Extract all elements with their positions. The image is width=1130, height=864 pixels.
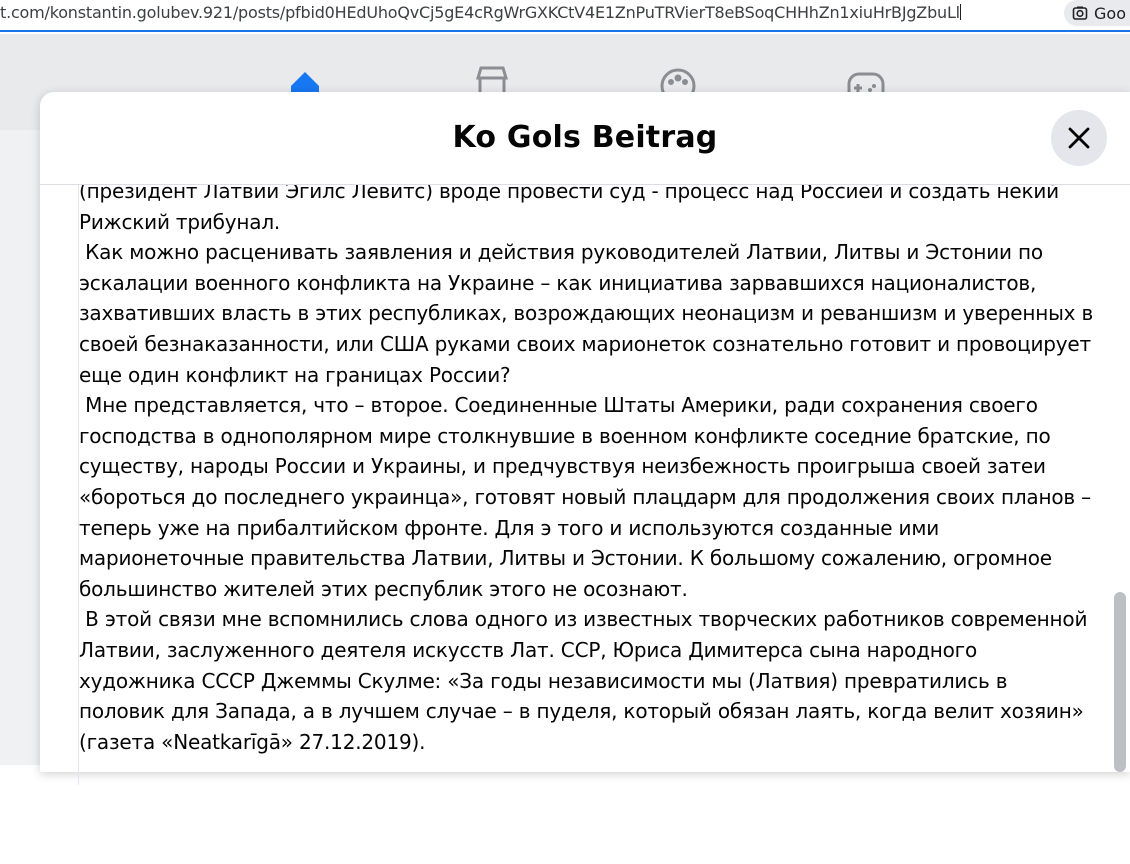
gaming-icon[interactable] [846,64,886,106]
post-paragraph: В этой связи мне вспомнились слова одног… [79,607,1094,754]
lens-label: Goo [1094,3,1126,23]
post-paragraph: (президент Латвии Эгилс Левитс) вроде пр… [79,185,1066,234]
url-field[interactable]: t.com/konstantin.golubev.921/posts/pfbid… [0,3,961,22]
post-content: (президент Латвии Эгилс Левитс) вроде пр… [78,185,1099,785]
dialog-header: Ko Gols Beitrag [40,92,1130,185]
scrollbar-thumb[interactable] [1114,592,1126,772]
close-button[interactable] [1051,110,1107,166]
marketplace-icon[interactable] [472,64,512,104]
google-lens-button[interactable]: Goo [1064,0,1130,26]
close-icon [1068,127,1090,149]
url-text: t.com/konstantin.golubev.921/posts/pfbid… [0,3,960,22]
text-caret [959,4,961,20]
groups-icon[interactable] [658,64,698,104]
post-paragraph: Мне представляется, что – второе. Соедин… [79,393,1098,601]
dialog-title: Ko Gols Beitrag [452,120,718,155]
browser-address-bar[interactable]: t.com/konstantin.golubev.921/posts/pfbid… [0,0,1130,32]
home-icon[interactable] [285,64,325,104]
post-paragraph: Как можно расценивать заявления и действ… [79,240,1099,387]
post-dialog: Ko Gols Beitrag (президент Латвии Эгилс … [40,92,1130,785]
post-text: (президент Латвии Эгилс Левитс) вроде пр… [79,185,1099,757]
lens-icon [1072,6,1088,20]
